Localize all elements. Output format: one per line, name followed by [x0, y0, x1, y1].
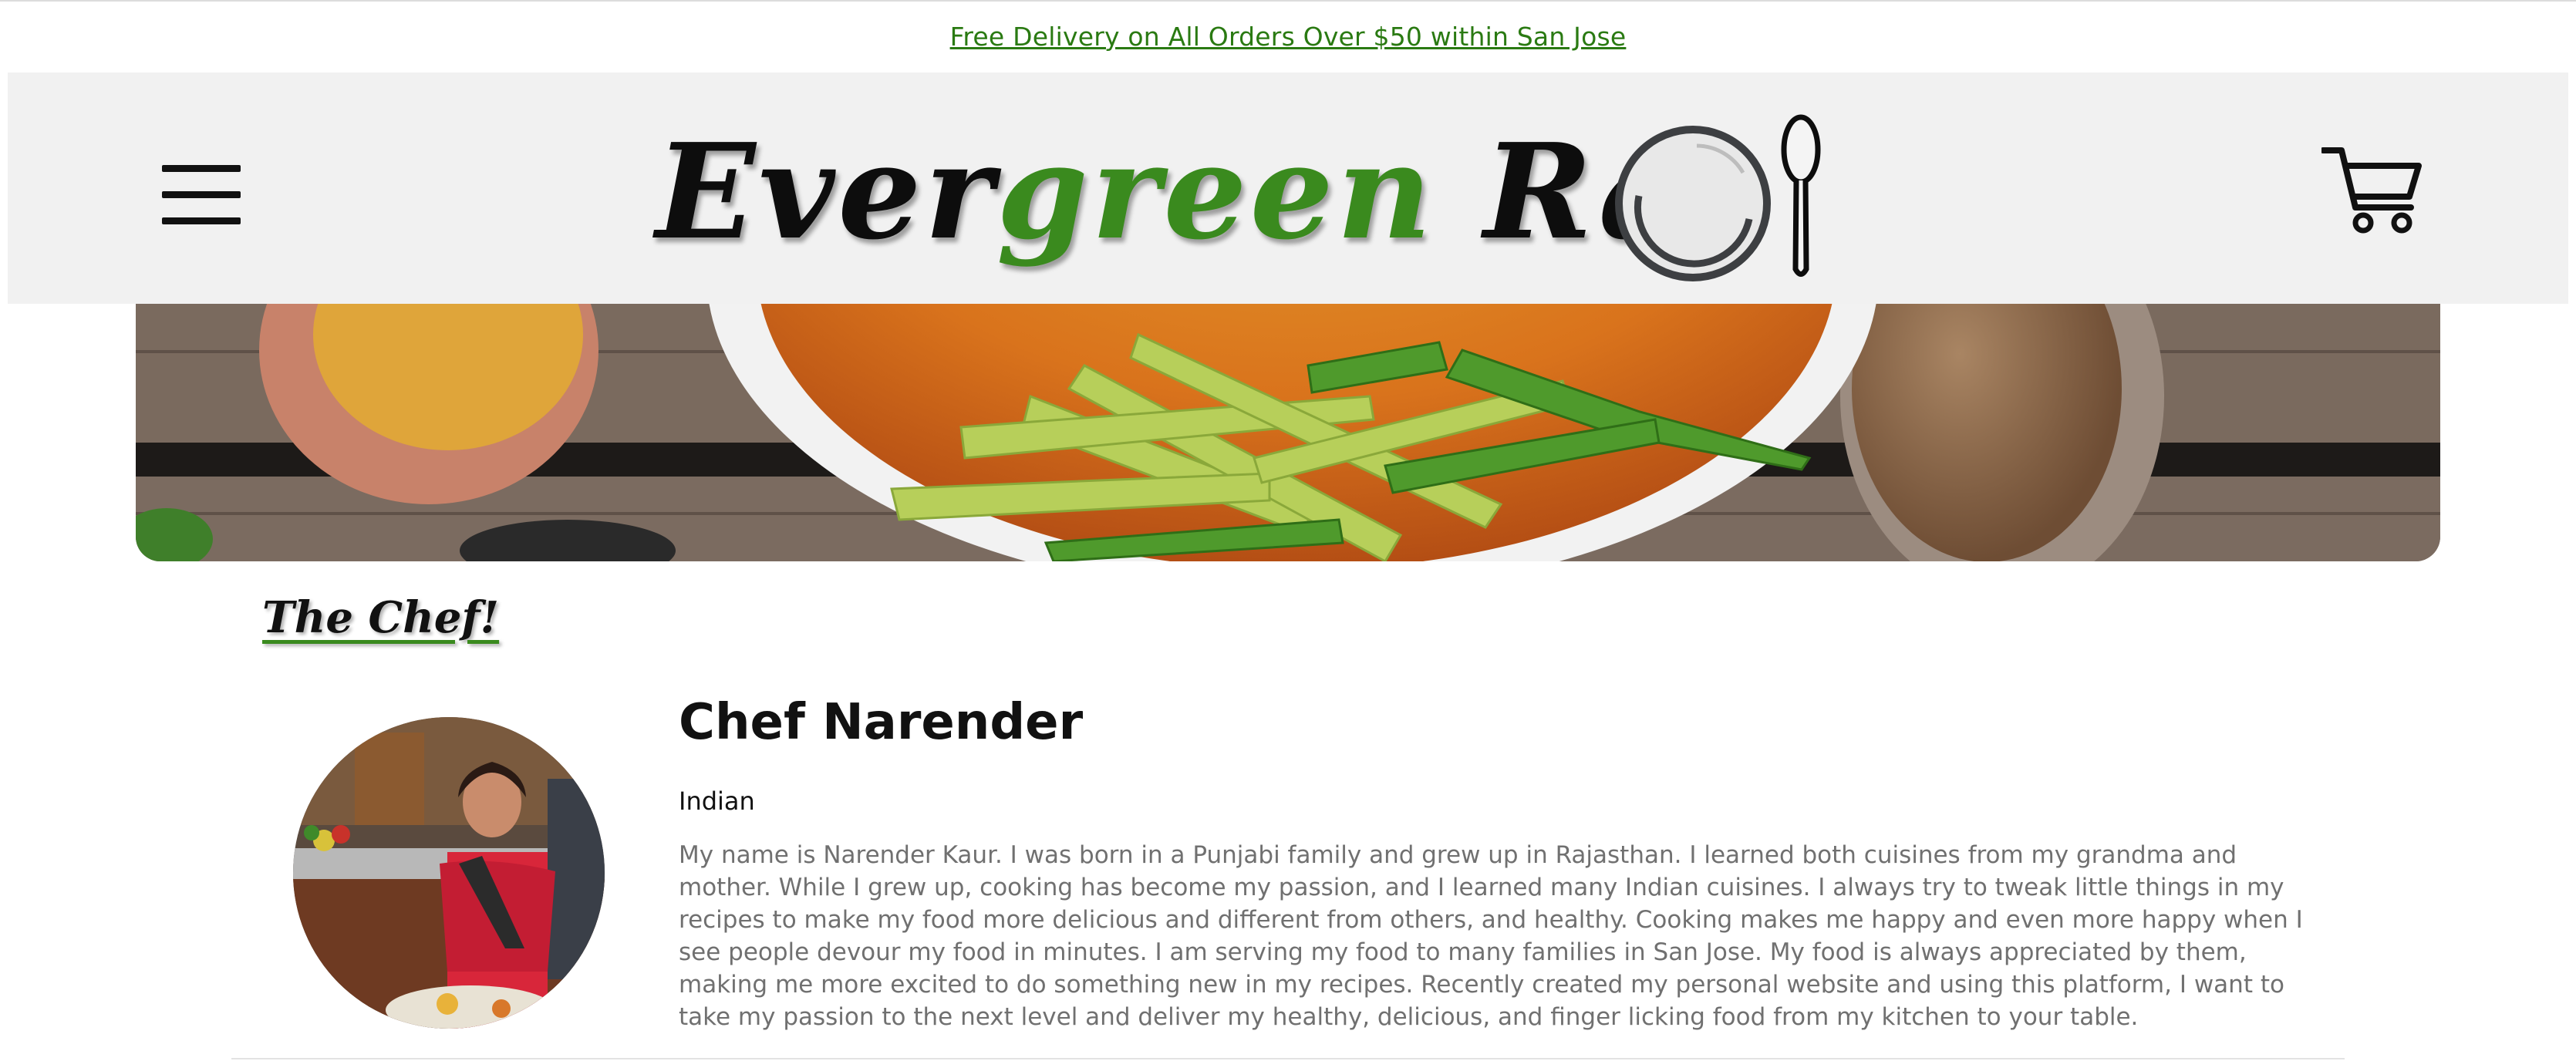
- site-logo[interactable]: Evergreen Ras: [648, 96, 1836, 288]
- site-header: Evergreen Ras: [8, 72, 2568, 304]
- chef-name: Chef Narender: [679, 694, 1084, 751]
- section-title: The Chef!: [262, 592, 500, 643]
- cart-button[interactable]: [2320, 146, 2426, 234]
- menu-button[interactable]: [162, 165, 247, 227]
- chef-cuisine: Indian: [679, 786, 755, 816]
- plate-spoon-icon: [1615, 114, 1821, 281]
- hero-image: [136, 304, 2440, 561]
- free-delivery-link[interactable]: Free Delivery on All Orders Over $50 wit…: [950, 22, 1627, 52]
- shopping-cart-icon: [2320, 147, 2422, 234]
- logo-text: Evergreen Ras: [656, 115, 1764, 269]
- section-divider: [231, 1058, 2345, 1059]
- promo-bar: Free Delivery on All Orders Over $50 wit…: [0, 0, 2576, 71]
- chef-bio: My name is Narender Kaur. I was born in …: [679, 841, 2303, 1031]
- chef-photo-illustration: [293, 717, 605, 1029]
- chef-avatar: [293, 717, 605, 1029]
- hero-food-illustration: [136, 304, 2440, 561]
